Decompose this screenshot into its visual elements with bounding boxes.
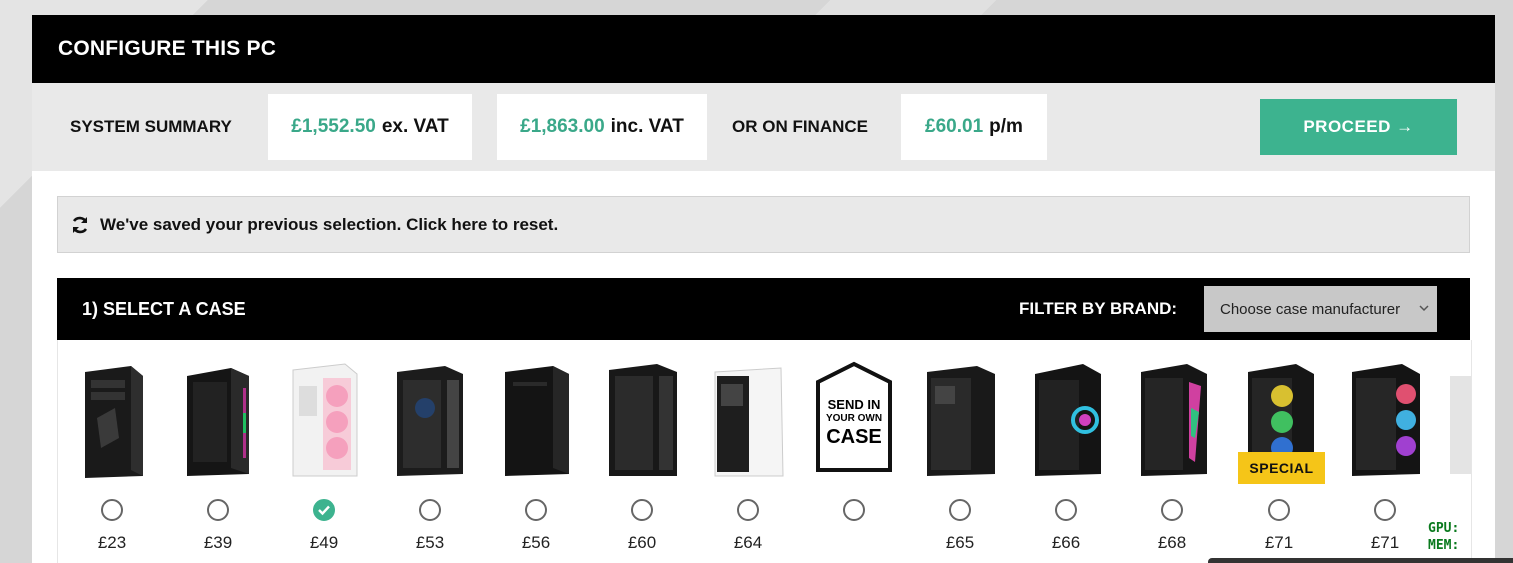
- case-radio[interactable]: [1268, 499, 1290, 521]
- send-own-line-3: CASE: [826, 426, 882, 448]
- case-option[interactable]: £56: [491, 340, 581, 563]
- case-price: £64: [733, 533, 763, 552]
- system-summary-bar: SYSTEM SUMMARY £1,552.50 ex. VAT £1,863.…: [32, 83, 1495, 171]
- special-badge: SPECIAL: [1238, 452, 1325, 484]
- case-radio-selected[interactable]: [313, 499, 335, 521]
- case-option[interactable]: £66: [1021, 340, 1111, 563]
- case-image: [1352, 364, 1420, 476]
- case-option[interactable]: £65: [915, 340, 1005, 563]
- case-option[interactable]: £60: [597, 340, 687, 563]
- chevron-down-icon: [1419, 300, 1429, 320]
- case-price: £49: [309, 533, 339, 552]
- ex-vat-suffix: ex. VAT: [381, 116, 449, 137]
- case-list: £23 £39 £49 £53 £56 £60 £64 SEND IN YOUR…: [57, 340, 1472, 563]
- gpu-label: GPU:: [1428, 521, 1460, 536]
- case-image: [927, 366, 995, 476]
- scrollbar-edge: [1208, 558, 1513, 563]
- ex-vat-amount: £1,552.50: [291, 116, 376, 137]
- case-image: [714, 367, 784, 477]
- case-price: £60: [627, 533, 657, 552]
- case-radio[interactable]: [737, 499, 759, 521]
- send-own-line-1: SEND IN: [827, 397, 881, 412]
- send-own-case-label: SEND IN YOUR OWN CASE: [809, 397, 899, 449]
- case-image: [292, 363, 358, 477]
- case-price: £23: [97, 533, 127, 552]
- send-own-case-option[interactable]: SEND IN YOUR OWN CASE: [809, 340, 899, 563]
- brand-filter-value: Choose case manufacturer: [1220, 300, 1401, 318]
- refresh-icon: [70, 215, 90, 235]
- case-section-header: 1) SELECT A CASE FILTER BY BRAND: Choose…: [57, 278, 1470, 340]
- case-image: [85, 366, 143, 478]
- check-icon: [318, 505, 330, 516]
- case-price: £71: [1264, 533, 1294, 552]
- finance-label: OR ON FINANCE: [732, 117, 868, 136]
- price-inc-vat: £1,863.00 inc. VAT: [497, 94, 707, 160]
- case-radio[interactable]: [207, 499, 229, 521]
- inc-vat-suffix: inc. VAT: [610, 116, 684, 137]
- case-image: [1450, 376, 1471, 474]
- case-image: [187, 368, 249, 476]
- case-price: £66: [1051, 533, 1081, 552]
- case-image: [609, 364, 677, 476]
- configurator-panel: CONFIGURE THIS PC SYSTEM SUMMARY £1,552.…: [32, 15, 1495, 563]
- page-title: CONFIGURE THIS PC: [32, 15, 1495, 83]
- summary-label: SYSTEM SUMMARY: [70, 117, 232, 136]
- case-price: £56: [521, 533, 551, 552]
- case-image: [505, 366, 569, 476]
- case-radio[interactable]: [1161, 499, 1183, 521]
- case-image: [1035, 364, 1101, 476]
- case-radio[interactable]: [1055, 499, 1077, 521]
- mem-label: MEM:: [1428, 538, 1460, 553]
- case-image: [397, 366, 463, 476]
- inc-vat-amount: £1,863.00: [520, 116, 605, 137]
- filter-label: FILTER BY BRAND:: [1019, 299, 1178, 318]
- case-radio[interactable]: [419, 499, 441, 521]
- case-radio[interactable]: [843, 499, 865, 521]
- case-radio[interactable]: [631, 499, 653, 521]
- case-radio[interactable]: [525, 499, 547, 521]
- case-option[interactable]: £49: [279, 340, 369, 563]
- case-price: £65: [945, 533, 975, 552]
- proceed-button[interactable]: PROCEED →: [1260, 99, 1457, 155]
- case-price: £39: [203, 533, 233, 552]
- case-option[interactable]: £23: [67, 340, 157, 563]
- reset-selection-notice[interactable]: We've saved your previous selection. Cli…: [57, 196, 1470, 253]
- case-price: £71: [1370, 533, 1400, 552]
- price-ex-vat: £1,552.50 ex. VAT: [268, 94, 472, 160]
- case-radio[interactable]: [101, 499, 123, 521]
- case-radio[interactable]: [1374, 499, 1396, 521]
- case-radio[interactable]: [949, 499, 971, 521]
- section-title: 1) SELECT A CASE: [82, 298, 246, 319]
- send-own-line-2: YOUR OWN: [825, 413, 883, 424]
- case-price: £68: [1157, 533, 1187, 552]
- finance-amount: £60.01: [925, 116, 984, 137]
- reset-notice-text: We've saved your previous selection. Cli…: [100, 214, 559, 234]
- brand-filter-select[interactable]: Choose case manufacturer: [1204, 286, 1437, 332]
- case-option[interactable]: £68: [1127, 340, 1217, 563]
- finance-suffix: p/m: [989, 116, 1023, 137]
- case-option[interactable]: £39: [173, 340, 263, 563]
- case-price: £53: [415, 533, 445, 552]
- price-finance: £60.01 p/m: [901, 94, 1047, 160]
- case-image: [1141, 364, 1207, 476]
- gpu-mem-overlay: GPU: MEM:: [1428, 520, 1459, 554]
- case-option[interactable]: £53: [385, 340, 475, 563]
- case-option[interactable]: £71: [1340, 340, 1430, 563]
- case-option[interactable]: £64: [703, 340, 793, 563]
